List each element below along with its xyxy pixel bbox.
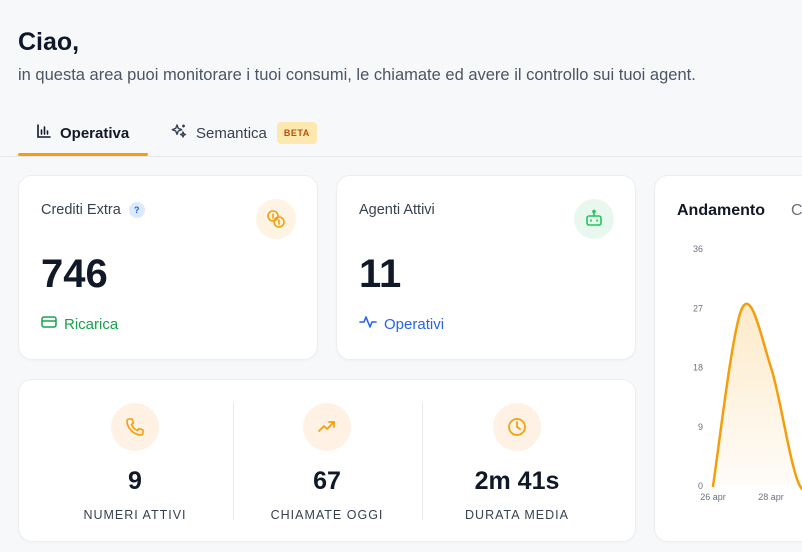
robot-icon [574,199,614,239]
beta-badge: BETA [276,122,317,144]
stat-value: 9 [128,467,142,495]
credits-card: Crediti Extra ? 746 Ricarica [18,175,318,360]
trend-card: Andamento C 0 9 18 27 36 26 apr 28 apr [654,175,802,542]
coins-icon [256,199,296,239]
y-tick-label: 27 [693,303,703,313]
credits-title: Crediti Extra ? [41,202,145,218]
activity-icon [359,315,377,333]
stat-label: CHIAMATE OGGI [270,508,384,522]
tab-semantica[interactable]: Semantica BETA [170,110,317,156]
agents-title: Agenti Attivi [359,202,435,218]
stat-label: DURATA MEDIA [465,508,569,522]
stat-value: 67 [313,467,341,495]
credit-card-icon [41,315,57,333]
recharge-link[interactable]: Ricarica [41,315,118,333]
page-subtitle: in questa area puoi monitorare i tuoi co… [18,66,696,84]
credits-value: 746 [41,252,108,296]
y-tick-label: 0 [698,481,703,491]
stat-chiamate-oggi: 67 CHIAMATE OGGI [227,380,427,541]
sparkles-icon [170,122,188,144]
operativi-link[interactable]: Operativi [359,315,444,333]
trending-up-icon [303,403,351,451]
x-tick-label: 28 apr [758,492,784,502]
agents-card: Agenti Attivi 11 Operativi [336,175,636,360]
trend-chart: 0 9 18 27 36 26 apr 28 apr [693,244,802,502]
y-tick-label: 9 [698,422,703,432]
stat-value: 2m 41s [474,467,560,495]
stat-label: NUMERI ATTIVI [83,508,187,522]
agents-value: 11 [359,252,402,296]
active-tab-indicator [18,153,148,156]
bar-chart-icon [36,123,52,143]
clock-icon [493,403,541,451]
tab-bar: Operativa Semantica BETA [0,110,802,157]
y-tick-label: 36 [693,244,703,254]
page-title: Ciao, [18,28,80,56]
tab-label: Operativa [60,124,130,142]
stat-numeri-attivi: 9 NUMERI ATTIVI [35,380,235,541]
x-tick-label: 26 apr [700,492,726,502]
stat-durata-media: 2m 41s DURATA MEDIA [417,380,617,541]
help-icon[interactable]: ? [128,202,145,218]
tab-operativa[interactable]: Operativa [36,110,129,156]
tab-label: Semantica [196,124,267,142]
y-tick-label: 18 [693,363,703,373]
phone-icon [111,403,159,451]
stats-card: 9 NUMERI ATTIVI 67 CHIAMATE OGGI 2m 41s … [18,379,636,542]
